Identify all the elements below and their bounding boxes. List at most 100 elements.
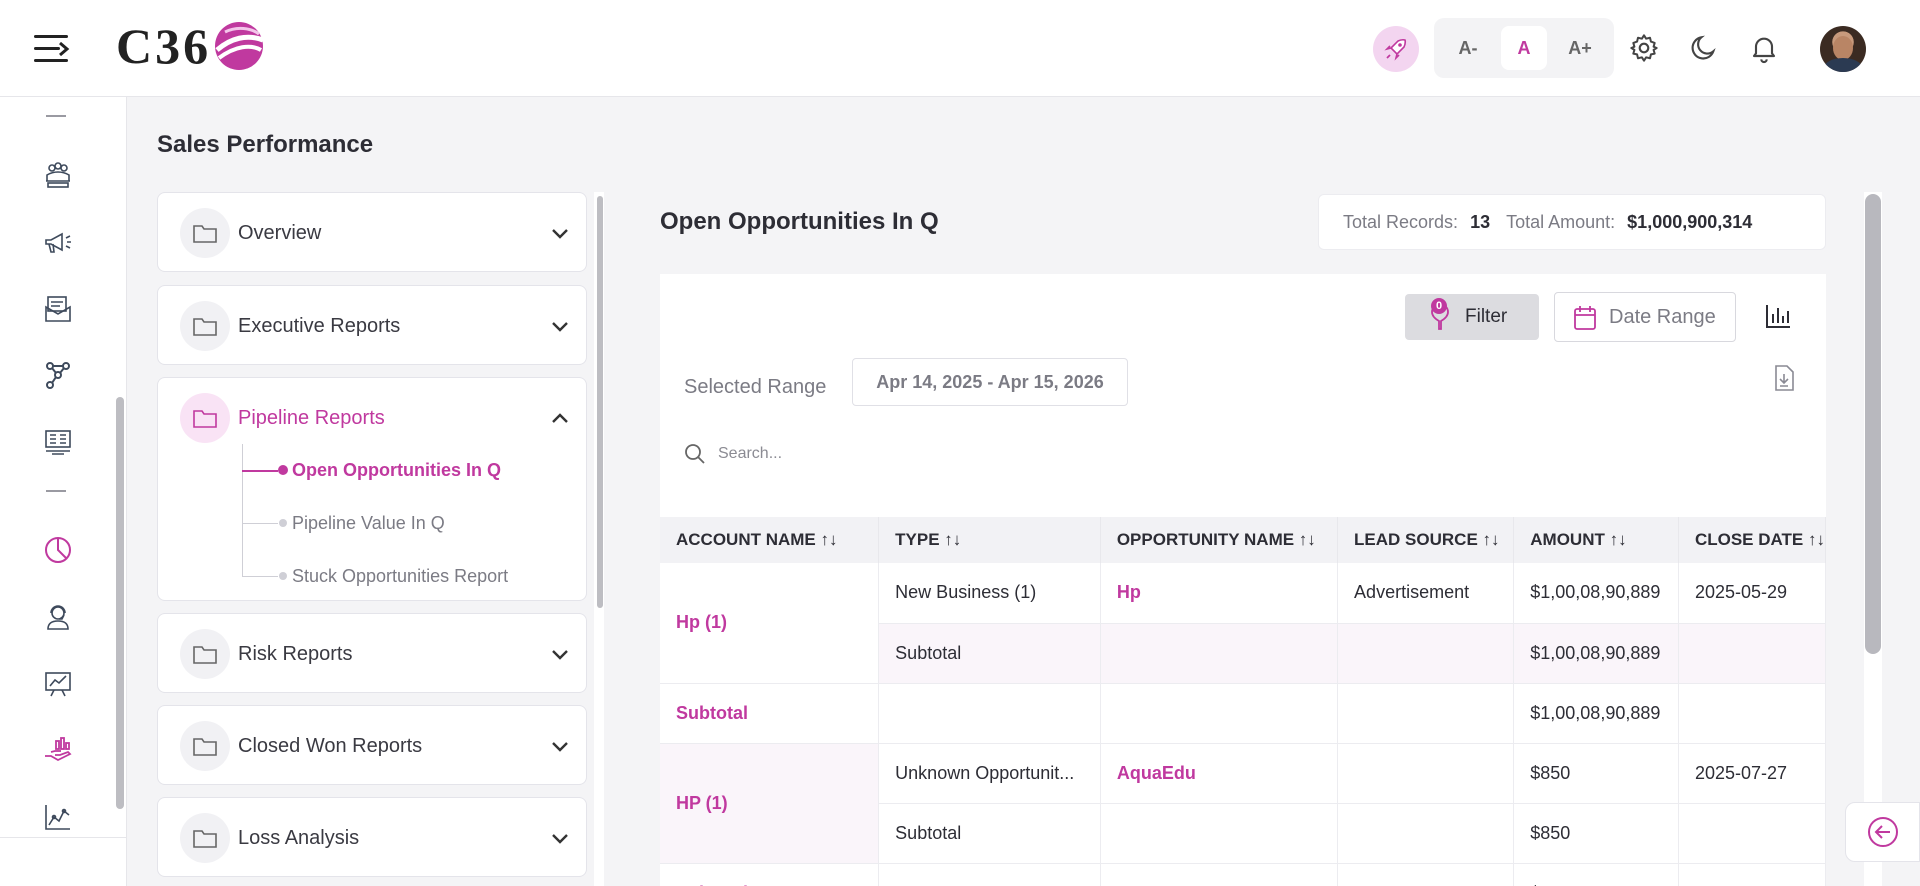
group-subtotal-row: Subtotal $1,00,08,90,889	[660, 683, 1826, 744]
column-header-opportunity-name[interactable]: OPPORTUNITY NAME ↑↓	[1100, 517, 1339, 563]
category-executive-reports[interactable]: Executive Reports	[157, 285, 587, 365]
category-label: Pipeline Reports	[238, 406, 385, 429]
font-increase-button[interactable]: A+	[1557, 26, 1603, 70]
bar-chart-icon[interactable]	[1762, 298, 1794, 334]
category-risk-reports[interactable]: Risk Reports	[157, 613, 587, 693]
type-cell: Subtotal	[878, 623, 1101, 684]
report-item-pipeline-value[interactable]: Pipeline Value In Q	[242, 497, 572, 550]
font-decrease-button[interactable]: A-	[1445, 26, 1491, 70]
report-item-stuck-opportunities[interactable]: Stuck Opportunities Report	[242, 550, 572, 603]
moon-icon[interactable]	[1686, 30, 1722, 66]
column-header-account-name[interactable]: ACCOUNT NAME ↑↓	[660, 517, 880, 563]
chevron-up-icon[interactable]	[548, 406, 572, 430]
empty-cell	[1678, 683, 1826, 744]
type-cell: Subtotal	[878, 803, 1101, 864]
folder-icon	[180, 301, 230, 351]
user-avatar[interactable]	[1820, 26, 1866, 72]
chevron-down-icon[interactable]	[548, 642, 572, 666]
report-totals: Total Records: 13 Total Amount: $1,000,9…	[1318, 194, 1826, 250]
report-table-card: 0 Filter Date Range Selected Range Apr 1…	[660, 274, 1826, 886]
close-date-cell	[1678, 623, 1826, 684]
total-records-label: Total Records:	[1343, 211, 1459, 232]
opportunity-name-cell[interactable]: AquaEdu	[1100, 743, 1339, 804]
folder-icon	[180, 721, 230, 771]
hand-coins-icon[interactable]	[40, 732, 76, 768]
total-amount-label: Total Amount:	[1506, 211, 1616, 232]
search-icon	[685, 444, 705, 464]
folder-icon	[180, 393, 230, 443]
logo-globe-icon	[215, 22, 264, 70]
amount-cell: $1,00,08,90,889	[1513, 623, 1679, 684]
category-label: Closed Won Reports	[238, 734, 423, 757]
search-input[interactable]	[718, 445, 1058, 463]
presentation-chart-icon[interactable]	[40, 666, 76, 702]
back-button[interactable]	[1845, 802, 1920, 862]
top-header: C36 A- A A+	[0, 0, 1920, 97]
megaphone-icon[interactable]	[40, 224, 76, 260]
column-header-amount[interactable]: AMOUNT ↑↓	[1513, 517, 1679, 563]
bell-icon[interactable]	[1746, 30, 1782, 66]
folder-icon	[180, 629, 230, 679]
monitor-list-icon[interactable]	[40, 424, 76, 460]
amount-cell: $850	[1513, 743, 1679, 804]
rocket-icon	[1384, 38, 1407, 61]
opportunity-name-cell	[1100, 623, 1339, 684]
calendar-icon	[1574, 306, 1596, 330]
line-chart-icon[interactable]	[40, 799, 76, 835]
table-row: HP (1) Unknown Opportunit... AquaEdu $85…	[660, 743, 1826, 864]
pie-chart-icon[interactable]	[40, 532, 76, 568]
chevron-down-icon[interactable]	[548, 734, 572, 758]
type-cell: Unknown Opportunit...	[878, 743, 1101, 804]
empty-cell	[1100, 683, 1339, 744]
empty-cell	[1337, 863, 1515, 886]
category-label: Overview	[238, 221, 322, 244]
lead-source-cell: Advertisement	[1337, 563, 1515, 624]
category-panel-scrollbar[interactable]	[597, 196, 603, 608]
export-file-icon[interactable]	[1772, 364, 1796, 392]
settings-gear-icon[interactable]	[1626, 30, 1662, 66]
date-range-button[interactable]: Date Range	[1554, 292, 1736, 342]
font-size-control: A- A A+	[1434, 18, 1614, 78]
category-closed-won-reports[interactable]: Closed Won Reports	[157, 705, 587, 785]
category-label: Executive Reports	[238, 314, 401, 337]
category-pipeline-reports[interactable]: Pipeline Reports Open Opportunities In Q…	[157, 377, 587, 601]
empty-cell	[878, 863, 1101, 886]
hamburger-menu-icon[interactable]	[34, 31, 74, 67]
empty-cell	[1678, 863, 1826, 886]
column-header-close-date[interactable]: CLOSE DATE ↑↓	[1678, 517, 1826, 563]
main-scrollbar[interactable]	[1865, 194, 1881, 654]
logo-text: C36	[116, 18, 212, 74]
column-header-type[interactable]: TYPE ↑↓	[878, 517, 1101, 563]
lead-source-cell	[1337, 743, 1515, 804]
column-header-lead-source[interactable]: LEAD SOURCE ↑↓	[1337, 517, 1515, 563]
report-item-label: Open Opportunities In Q	[292, 460, 501, 480]
selected-range-label: Selected Range	[684, 376, 827, 398]
sidebar-scrollbar[interactable]	[116, 397, 124, 809]
left-sidebar	[0, 97, 127, 886]
arrow-left-circle-icon	[1867, 817, 1898, 847]
report-item-label: Stuck Opportunities Report	[292, 566, 509, 586]
selected-range-value[interactable]: Apr 14, 2025 - Apr 15, 2026	[852, 358, 1128, 406]
font-default-button[interactable]: A	[1501, 26, 1547, 70]
total-records-value: 13	[1470, 211, 1491, 232]
account-name-cell[interactable]: Hp (1)	[660, 563, 880, 684]
filter-button[interactable]: 0 Filter	[1405, 294, 1539, 340]
support-agent-icon[interactable]	[40, 599, 76, 635]
chevron-down-icon[interactable]	[548, 221, 572, 245]
account-name-cell[interactable]: HP (1)	[660, 743, 880, 864]
category-loss-analysis[interactable]: Loss Analysis	[157, 797, 587, 877]
rocket-button[interactable]	[1373, 26, 1419, 72]
network-icon[interactable]	[40, 357, 76, 393]
category-overview[interactable]: Overview	[157, 192, 587, 272]
amount-cell: $850	[1513, 803, 1679, 864]
app-logo[interactable]: C36	[116, 16, 265, 76]
report-item-open-opportunities[interactable]: Open Opportunities In Q	[242, 444, 572, 497]
total-amount-value: $1,000,900,314	[1627, 211, 1753, 232]
chevron-down-icon[interactable]	[548, 314, 572, 338]
mail-stack-icon[interactable]	[40, 291, 76, 327]
empty-cell	[878, 683, 1101, 744]
opportunity-name-cell[interactable]: Hp	[1100, 563, 1339, 624]
users-group-icon[interactable]	[40, 157, 76, 193]
chevron-down-icon[interactable]	[548, 826, 572, 850]
close-date-cell: 2025-05-29	[1678, 563, 1826, 624]
